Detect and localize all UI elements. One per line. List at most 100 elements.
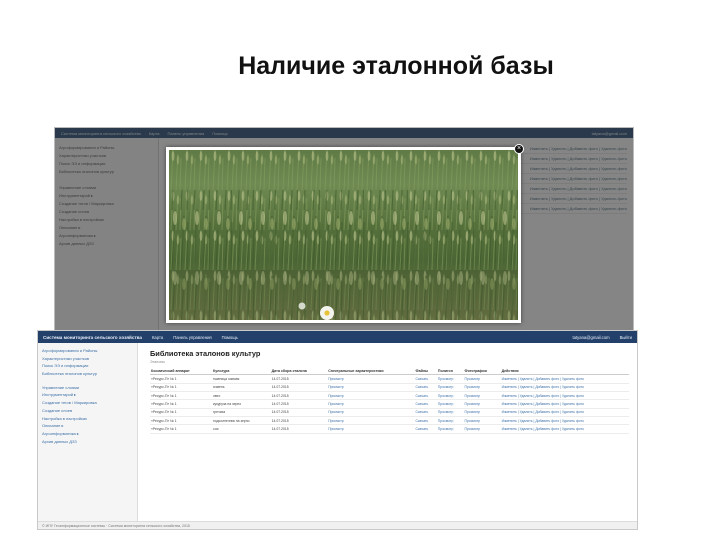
wheat-field-photo bbox=[166, 147, 521, 323]
table-row: «Ресурс-П» № 1 соя 14.07.2015 Просмотр Скача… bbox=[150, 424, 629, 434]
actions-cell[interactable]: Изменить | Удалить | Добавить фото | Уда… bbox=[500, 374, 629, 384]
sidebar-item-agro-districts[interactable]: Агроформирования и Районы bbox=[42, 347, 133, 355]
page-title: Библиотека эталонов культур bbox=[150, 349, 261, 358]
polygon-link[interactable]: Просмотр bbox=[436, 374, 464, 384]
satellite-cell: «Ресурс-П» № 1 bbox=[150, 416, 213, 426]
navbar: Система мониторинга сельского хозяйства … bbox=[38, 331, 637, 343]
satellite-cell: «Ресурс-П» № 1 bbox=[150, 408, 213, 418]
files-link[interactable]: Скачать bbox=[414, 399, 437, 409]
logout-link[interactable]: Выйти bbox=[620, 335, 632, 340]
table-row: «Ресурс-П» № 1 овес 14.07.2015 Просмотр Скач… bbox=[150, 391, 629, 401]
photos-link[interactable]: Просмотр bbox=[463, 416, 501, 426]
sidebar-item-search[interactable]: Поиск ЭЭ и информации bbox=[42, 362, 133, 370]
crop-cell: пшеница озимая bbox=[212, 374, 271, 384]
sidebar-item-create-layers[interactable]: Создание слоев bbox=[42, 407, 133, 415]
photos-link[interactable]: Просмотр bbox=[463, 374, 501, 384]
user-email[interactable]: tatyana@gmail.com bbox=[573, 335, 610, 340]
column-header: Культура bbox=[212, 367, 271, 376]
photos-link[interactable]: Просмотр bbox=[463, 391, 501, 401]
table-header-row: Космический аппарат Культура Дата сбора … bbox=[150, 367, 629, 376]
actions-cell[interactable]: Изменить | Удалить | Добавить фото | Уда… bbox=[500, 424, 629, 434]
spectral-link[interactable]: Просмотр bbox=[327, 424, 415, 434]
app-brand[interactable]: Система мониторинга сельского хозяйства bbox=[43, 335, 142, 340]
sidebar-item-crop-library[interactable]: Библиотека эталонов культур bbox=[42, 370, 133, 378]
crop-cell: гречиха bbox=[212, 408, 271, 418]
files-link[interactable]: Скачать bbox=[414, 408, 437, 418]
satellite-cell: «Ресурс-П» № 1 bbox=[150, 383, 213, 392]
date-cell: 14.07.2015 bbox=[270, 424, 328, 434]
date-cell: 14.07.2015 bbox=[270, 383, 328, 392]
actions-cell[interactable]: Изменить | Удалить | Добавить фото | Уда… bbox=[500, 391, 629, 401]
files-link[interactable]: Скачать bbox=[414, 424, 437, 434]
files-link[interactable]: Скачать bbox=[414, 416, 437, 426]
polygon-link[interactable]: Просмотр bbox=[436, 383, 464, 392]
nav-dashboard[interactable]: Панель управления bbox=[173, 335, 211, 340]
satellite-cell: «Ресурс-П» № 1 bbox=[150, 399, 213, 409]
sidebar-item-plot-characteristics[interactable]: Характеристики участков bbox=[42, 355, 133, 363]
sidebar-item-rs-archive[interactable]: Архив данных ДЗЗ bbox=[42, 438, 133, 446]
photos-link[interactable]: Просмотр bbox=[463, 399, 501, 409]
column-header: Файлы bbox=[414, 367, 437, 376]
crop-cell: ячмень bbox=[212, 383, 271, 392]
satellite-cell: «Ресурс-П» № 1 bbox=[150, 391, 213, 401]
sidebar: Агроформирования и Районы Характеристики… bbox=[38, 343, 138, 521]
photos-link[interactable]: Просмотр bbox=[463, 408, 501, 418]
crop-reference-table: Космический аппарат Культура Дата сбора … bbox=[150, 367, 629, 434]
date-cell: 14.07.2015 bbox=[270, 399, 328, 409]
column-header: Космический аппарат bbox=[150, 367, 213, 376]
column-header: Полигон bbox=[436, 367, 464, 376]
wheat-field-illustration bbox=[169, 150, 518, 320]
spectral-link[interactable]: Просмотр bbox=[327, 383, 415, 392]
polygon-link[interactable]: Просмотр bbox=[436, 416, 464, 426]
spectral-link[interactable]: Просмотр bbox=[327, 408, 415, 418]
crop-cell: соя bbox=[212, 424, 271, 434]
photos-link[interactable]: Просмотр bbox=[463, 383, 501, 392]
spectral-link[interactable]: Просмотр bbox=[327, 374, 415, 384]
files-link[interactable]: Скачать bbox=[414, 374, 437, 384]
actions-cell[interactable]: Изменить | Удалить | Добавить фото | Уда… bbox=[500, 416, 629, 426]
photos-link[interactable]: Просмотр bbox=[463, 424, 501, 434]
navbar-right: tatyana@gmail.com Выйти bbox=[573, 335, 632, 340]
spectral-link[interactable]: Просмотр bbox=[327, 391, 415, 401]
table-row: «Ресурс-П» № 1 гречиха 14.07.2015 Просмотр С… bbox=[150, 408, 629, 418]
sidebar-item-agroinformatics[interactable]: Агроинформатика ▸ bbox=[42, 430, 133, 438]
polygon-link[interactable]: Просмотр bbox=[436, 424, 464, 434]
nav-help[interactable]: Помощь bbox=[222, 335, 238, 340]
sidebar-item-description[interactable]: Описание ▸ bbox=[42, 422, 133, 430]
spectral-link[interactable]: Просмотр bbox=[327, 416, 415, 426]
polygon-link[interactable]: Просмотр bbox=[436, 399, 464, 409]
table-row: «Ресурс-П» № 1 ячмень 14.07.2015 Просмотр Ск… bbox=[150, 383, 629, 392]
actions-cell[interactable]: Изменить | Удалить | Добавить фото | Уда… bbox=[500, 408, 629, 418]
files-link[interactable]: Скачать bbox=[414, 391, 437, 401]
nav-map[interactable]: Карта bbox=[152, 335, 163, 340]
actions-cell[interactable]: Изменить | Удалить | Добавить фото | Уда… bbox=[500, 399, 629, 409]
date-cell: 14.07.2015 bbox=[270, 408, 328, 418]
slide-title: Наличие эталонной базы bbox=[238, 52, 554, 80]
column-header: Действия bbox=[500, 367, 629, 376]
satellite-cell: «Ресурс-П» № 1 bbox=[150, 374, 213, 384]
crop-cell: кукуруза на зерно bbox=[212, 399, 271, 409]
table-row: «Ресурс-П» № 1 подсолнечник на зерно 14.07… bbox=[150, 416, 629, 426]
date-cell: 14.07.2015 bbox=[270, 374, 328, 384]
breadcrumb[interactable]: Эталоны bbox=[150, 360, 629, 364]
table-row: «Ресурс-П» № 1 кукуруза на зерно 14.07.201… bbox=[150, 399, 629, 409]
close-icon[interactable]: × bbox=[514, 144, 524, 154]
footer: © ИПУ Геоинформационные системы · Систем… bbox=[38, 521, 637, 529]
polygon-link[interactable]: Просмотр bbox=[436, 391, 464, 401]
crop-cell: овес bbox=[212, 391, 271, 401]
sidebar-item-tags[interactable]: Создание тегов / Маркировка bbox=[42, 399, 133, 407]
actions-cell[interactable]: Изменить | Удалить | Добавить фото | Уда… bbox=[500, 383, 629, 392]
sidebar-item-tools[interactable]: Инструментарий ▸ bbox=[42, 391, 133, 399]
column-header: Спектральные характеристики bbox=[327, 367, 415, 376]
main-content: Библиотека эталонов культур Эталоны Косм… bbox=[150, 349, 629, 434]
files-link[interactable]: Скачать bbox=[414, 383, 437, 392]
spectral-link[interactable]: Просмотр bbox=[327, 399, 415, 409]
polygon-link[interactable]: Просмотр bbox=[436, 408, 464, 418]
satellite-cell: «Ресурс-П» № 1 bbox=[150, 424, 213, 434]
table-body: «Ресурс-П» № 1 пшеница озимая 14.07.2015 Пр… bbox=[150, 374, 629, 434]
app-window: Система мониторинга сельского хозяйства … bbox=[37, 330, 638, 530]
column-header: Фотографии bbox=[463, 367, 501, 376]
sidebar-item-settings[interactable]: Настройка в настройках bbox=[42, 415, 133, 423]
column-header: Дата сбора эталона bbox=[270, 367, 328, 376]
sidebar-item-layers[interactable]: Управление слоями bbox=[42, 384, 133, 392]
